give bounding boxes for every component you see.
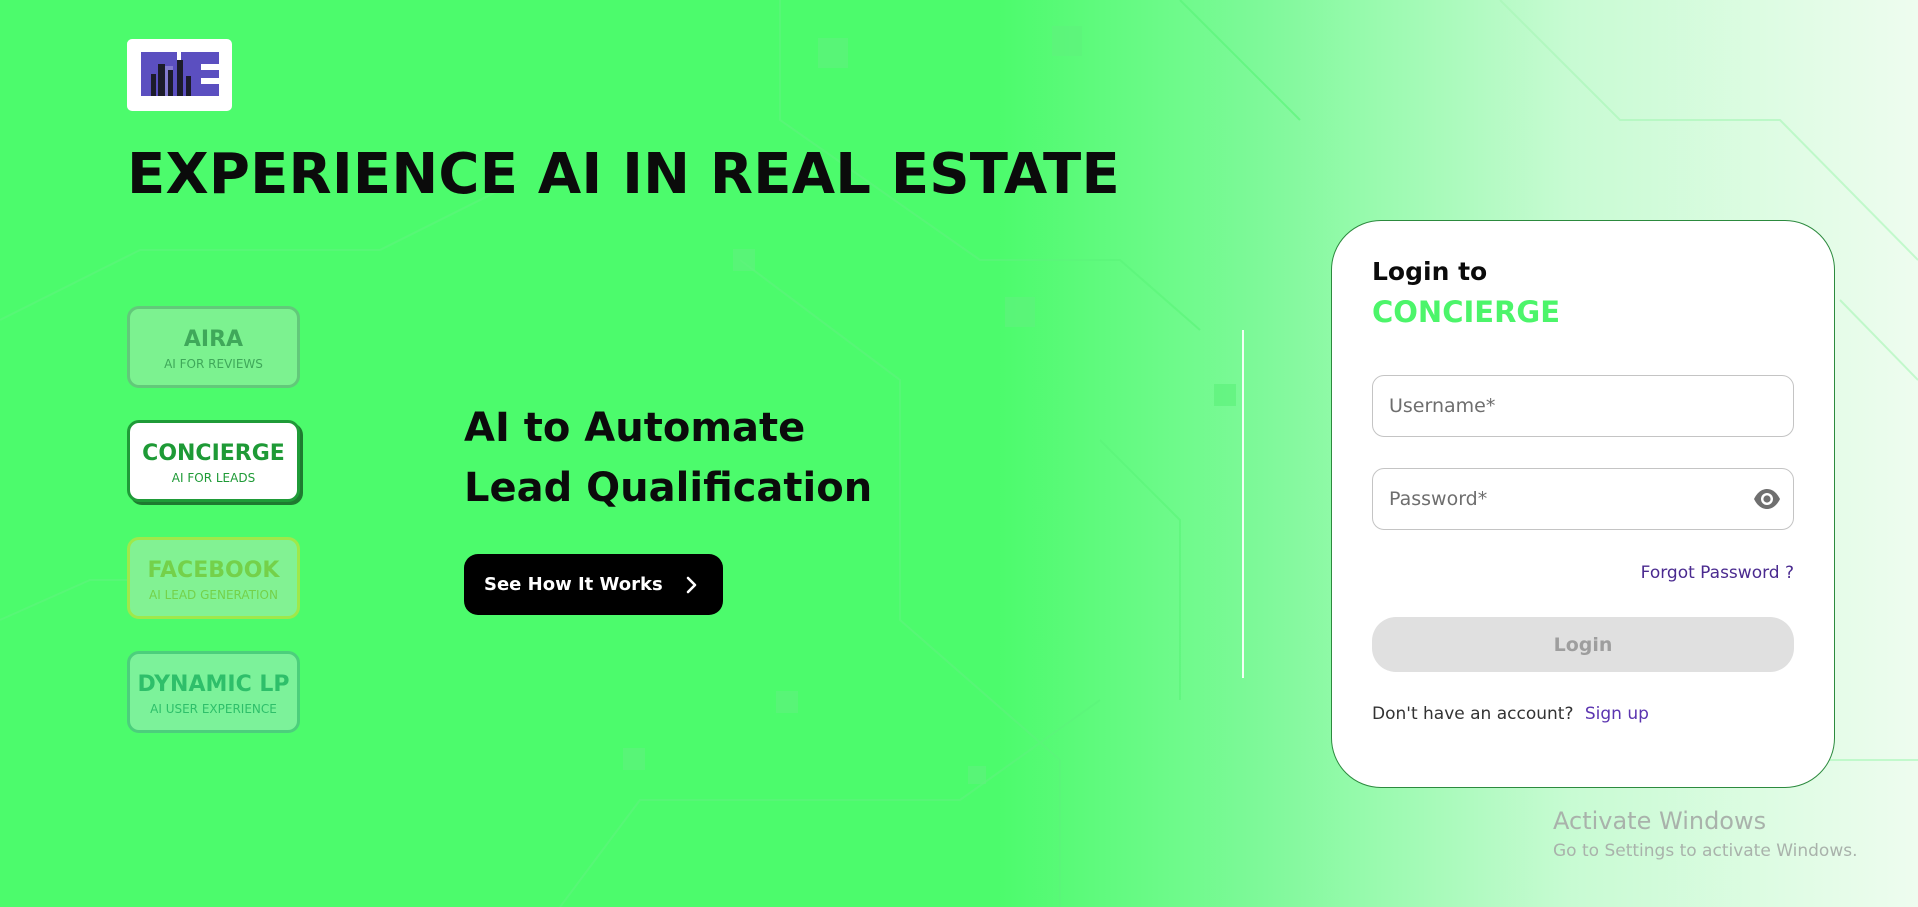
- login-card: Login to CONCIERGE Forgot Password ? Log…: [1331, 220, 1835, 788]
- login-button[interactable]: Login: [1372, 617, 1794, 672]
- username-input[interactable]: [1373, 376, 1793, 436]
- brand-logo-mark: [141, 52, 219, 96]
- vertical-divider: [1242, 330, 1244, 678]
- watermark-subtitle: Go to Settings to activate Windows.: [1553, 841, 1858, 861]
- watermark-title: Activate Windows: [1553, 807, 1767, 835]
- password-input[interactable]: [1373, 469, 1793, 529]
- product-subtitle-dynamic-lp: AI USER EXPERIENCE: [150, 702, 277, 716]
- windows-activation-watermark: Activate Windows Go to Settings to activ…: [1553, 807, 1858, 861]
- login-title: Login to: [1372, 257, 1488, 286]
- product-name-dynamic-lp: DYNAMIC LP: [137, 672, 290, 697]
- username-field: [1372, 375, 1794, 437]
- signup-prompt-line: Don't have an account? Sign up: [1372, 704, 1649, 724]
- product-card-aira[interactable]: AIRA AI FOR REVIEWS: [127, 306, 300, 388]
- login-product-name: CONCIERGE: [1372, 295, 1561, 329]
- product-subtitle-concierge: AI FOR LEADS: [171, 471, 256, 485]
- product-card-dynamic-lp[interactable]: DYNAMIC LP AI USER EXPERIENCE: [127, 651, 300, 733]
- cta-label: See How It Works: [484, 574, 663, 595]
- signup-link[interactable]: Sign up: [1585, 704, 1649, 724]
- product-subtitle-facebook: AI LEAD GENERATION: [149, 588, 278, 602]
- password-field: [1372, 468, 1794, 530]
- product-name-facebook: FACEBOOK: [147, 558, 280, 583]
- product-subtitle-aira: AI FOR REVIEWS: [164, 357, 263, 371]
- product-name-concierge: CONCIERGE: [142, 441, 285, 466]
- forgot-password-link[interactable]: Forgot Password ?: [1641, 563, 1794, 583]
- product-card-concierge[interactable]: CONCIERGE AI FOR LEADS: [127, 420, 300, 502]
- hero-tagline: AI to Automate Lead Qualification: [464, 405, 873, 511]
- chevron-right-icon: [686, 576, 697, 593]
- product-name-aira: AIRA: [183, 327, 244, 352]
- hero-headline: EXPERIENCE AI IN REAL ESTATE: [127, 142, 1120, 207]
- eye-icon[interactable]: [1753, 488, 1781, 510]
- brand-logo[interactable]: [127, 39, 232, 111]
- signup-prompt: Don't have an account?: [1372, 704, 1574, 724]
- product-card-facebook[interactable]: FACEBOOK AI LEAD GENERATION: [127, 537, 300, 619]
- see-how-it-works-button[interactable]: See How It Works: [464, 554, 723, 615]
